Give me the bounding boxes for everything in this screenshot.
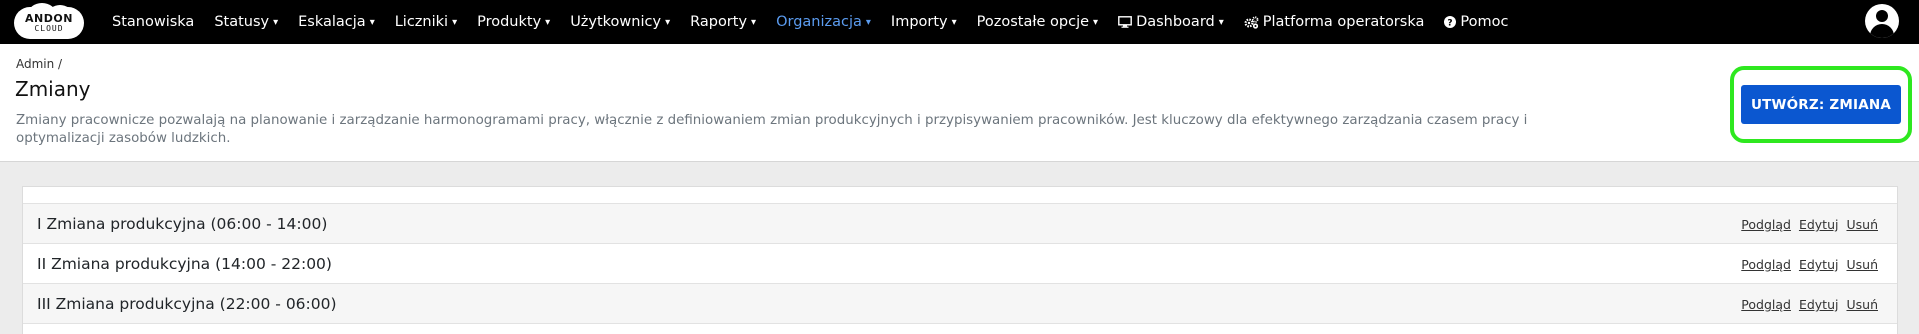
nav-item-label: Stanowiska xyxy=(112,14,195,30)
nav-item-produkty[interactable]: Produkty ▾ xyxy=(477,14,550,30)
nav-item-label: Organizacja xyxy=(776,14,862,30)
caret-down-icon: ▾ xyxy=(1218,16,1224,28)
view-link[interactable]: Podgląd xyxy=(1741,217,1791,232)
shift-name: I Zmiana produkcyjna (06:00 - 14:00) xyxy=(37,214,328,233)
caret-down-icon: ▾ xyxy=(951,16,957,28)
breadcrumb[interactable]: Admin / xyxy=(16,57,62,71)
row-actions: Podgląd Edytuj Usuń xyxy=(1741,217,1878,232)
svg-text:?: ? xyxy=(1448,18,1453,28)
caret-down-icon: ▾ xyxy=(369,16,375,28)
top-navbar: ANDON CLOUD Stanowiska Statusy ▾ Eskalac… xyxy=(0,0,1919,44)
nav-item-eskalacja[interactable]: Eskalacja ▾ xyxy=(298,14,375,30)
nav-item-label: Użytkownicy xyxy=(570,14,662,30)
nav-item-label: Pomoc xyxy=(1460,14,1509,30)
page-title: Zmiany xyxy=(15,77,91,101)
list-item: III Zmiana produkcyjna (22:00 - 06:00) P… xyxy=(23,284,1897,324)
caret-down-icon: ▾ xyxy=(1093,16,1099,28)
caret-down-icon: ▾ xyxy=(665,16,671,28)
caret-down-icon: ▾ xyxy=(865,16,871,28)
shifts-list: I Zmiana produkcyjna (06:00 - 14:00) Pod… xyxy=(22,186,1898,334)
list-header-spacer xyxy=(23,187,1897,204)
row-actions: Podgląd Edytuj Usuń xyxy=(1741,257,1878,272)
monitor-icon xyxy=(1118,16,1132,28)
nav-item-stanowiska[interactable]: Stanowiska xyxy=(112,14,194,30)
nav-item-label: Platforma operatorska xyxy=(1262,14,1425,30)
nav-item-pomoc[interactable]: ? Pomoc xyxy=(1444,14,1508,30)
page-header: Admin / Zmiany Zmiany pracownicze pozwal… xyxy=(0,44,1919,162)
nav-item-uzytkownicy[interactable]: Użytkownicy ▾ xyxy=(570,14,670,30)
user-circle-icon[interactable] xyxy=(1865,4,1899,38)
nav-item-label: Dashboard xyxy=(1136,14,1215,30)
caret-down-icon: ▾ xyxy=(273,16,279,28)
caret-down-icon: ▾ xyxy=(545,16,551,28)
create-shift-button[interactable]: UTWÓRZ: ZMIANA xyxy=(1741,85,1901,124)
nav-item-label: Eskalacja xyxy=(298,14,366,30)
nav-item-label: Produkty xyxy=(477,14,542,30)
nav-menu: Stanowiska Statusy ▾ Eskalacja ▾ Licznik… xyxy=(112,0,1528,44)
question-circle-icon: ? xyxy=(1444,16,1457,28)
caret-down-icon: ▾ xyxy=(751,16,757,28)
nav-item-label: Pozostałe opcje xyxy=(976,14,1090,30)
nav-item-label: Statusy xyxy=(214,14,270,30)
list-item: II Zmiana produkcyjna (14:00 - 22:00) Po… xyxy=(23,244,1897,284)
gears-icon xyxy=(1244,15,1259,29)
edit-link[interactable]: Edytuj xyxy=(1799,297,1839,312)
delete-link[interactable]: Usuń xyxy=(1846,257,1878,272)
nav-item-dashboard[interactable]: Dashboard ▾ xyxy=(1118,14,1224,30)
page-description: Zmiany pracownicze pozwalają na planowan… xyxy=(16,113,1528,146)
nav-item-raporty[interactable]: Raporty ▾ xyxy=(690,14,756,30)
andon-cloud-logo[interactable]: ANDON CLOUD xyxy=(14,3,84,41)
delete-link[interactable]: Usuń xyxy=(1846,217,1878,232)
nav-item-importy[interactable]: Importy ▾ xyxy=(891,14,957,30)
edit-link[interactable]: Edytuj xyxy=(1799,217,1839,232)
delete-link[interactable]: Usuń xyxy=(1846,297,1878,312)
nav-item-pozostale-opcje[interactable]: Pozostałe opcje ▾ xyxy=(977,14,1098,30)
nav-item-label: Importy xyxy=(890,14,948,30)
nav-item-statusy[interactable]: Statusy ▾ xyxy=(214,14,278,30)
shift-name: II Zmiana produkcyjna (14:00 - 22:00) xyxy=(37,254,332,273)
view-link[interactable]: Podgląd xyxy=(1741,257,1791,272)
shift-name: III Zmiana produkcyjna (22:00 - 06:00) xyxy=(37,294,337,313)
logo-text-bottom: CLOUD xyxy=(34,24,64,33)
edit-link[interactable]: Edytuj xyxy=(1799,257,1839,272)
nav-item-platforma-operatorska[interactable]: Platforma operatorska xyxy=(1244,14,1425,30)
list-item: I Zmiana produkcyjna (06:00 - 14:00) Pod… xyxy=(23,204,1897,244)
view-link[interactable]: Podgląd xyxy=(1741,297,1791,312)
nav-item-liczniki[interactable]: Liczniki ▾ xyxy=(395,14,457,30)
nav-item-label: Liczniki xyxy=(394,14,449,30)
nav-item-organizacja[interactable]: Organizacja ▾ xyxy=(776,14,871,30)
row-actions: Podgląd Edytuj Usuń xyxy=(1741,297,1878,312)
nav-item-label: Raporty xyxy=(690,14,748,30)
caret-down-icon: ▾ xyxy=(452,16,458,28)
